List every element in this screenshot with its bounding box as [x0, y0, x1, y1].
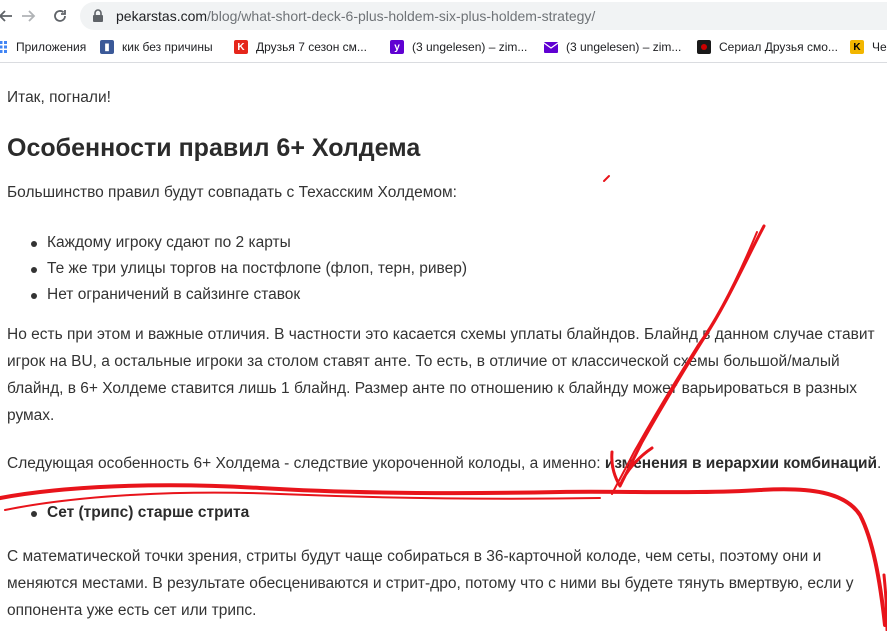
- bookmark-label: кик без причины: [122, 40, 213, 54]
- paragraph-line: меняются местами. В результате обесценив…: [7, 575, 854, 592]
- paragraph-line: игрок на BU, а остальные игроки за столо…: [7, 353, 840, 370]
- paragraph-line: румах.: [7, 407, 55, 424]
- list-item: Нет ограничений в сайзинге ставок: [29, 282, 467, 308]
- paragraph-1: Большинство правил будут совпадать с Тех…: [7, 184, 457, 201]
- bookmark-label: Сериал Друзья смо...: [719, 40, 838, 54]
- bookmark-apps[interactable]: Приложения: [0, 38, 86, 56]
- forward-arrow-icon[interactable]: [16, 4, 40, 28]
- lock-icon[interactable]: [92, 9, 104, 28]
- rules-list: Каждому игроку сдают по 2 карты Те же тр…: [29, 230, 467, 308]
- paragraph-line: оппонента уже есть сет или трипс.: [7, 602, 257, 619]
- yahoo-favicon-icon: y: [390, 40, 404, 54]
- reload-icon[interactable]: [48, 4, 72, 28]
- paragraph-2: Но есть при этом и важные отличия. В час…: [7, 321, 875, 429]
- paragraph-4: С математической точки зрения, стриты бу…: [7, 543, 853, 624]
- bookmark-friends-7[interactable]: K Друзья 7 сезон см...: [234, 38, 367, 56]
- bookmark-yahoo-mail-1[interactable]: y (3 ungelesen) – zim...: [390, 38, 527, 56]
- bookmark-label: (3 ungelesen) – zim...: [412, 40, 528, 54]
- bookmark-label: Приложения: [16, 40, 87, 54]
- red-scribble-annotation: [0, 175, 887, 631]
- paragraph-3-text: Следующая особенность 6+ Холдема - следс…: [7, 455, 605, 472]
- bookmark-label: (3 ungelesen) – zim...: [566, 40, 682, 54]
- bookmarks-bar: Приложения ▮ кик без причины K Друзья 7 …: [0, 32, 887, 63]
- bookmark-label: Че: [872, 40, 887, 54]
- ki-favicon-icon: K: [234, 40, 248, 54]
- url-text[interactable]: pekarstas.com/blog/what-short-deck-6-plu…: [116, 8, 595, 24]
- url-host: pekarstas.com: [116, 8, 208, 24]
- record-favicon-icon: [697, 40, 711, 54]
- paragraph-line: Но есть при этом и важные отличия. В час…: [7, 326, 875, 343]
- bookmark-che[interactable]: K Че: [850, 38, 887, 56]
- bookmark-friends-series[interactable]: Сериал Друзья смо...: [697, 38, 838, 56]
- bookmark-kik[interactable]: ▮ кик без причины: [100, 38, 213, 56]
- bookmark-yahoo-mail-2[interactable]: (3 ungelesen) – zim...: [544, 38, 681, 56]
- paragraph-3-end: .: [877, 455, 882, 472]
- intro-text: Итак, погнали!: [7, 89, 111, 106]
- bookmark-favicon-icon: ▮: [100, 40, 114, 54]
- paragraph-3: Следующая особенность 6+ Холдема - следс…: [7, 450, 881, 477]
- apps-grid-icon: [0, 40, 8, 54]
- section-heading: Особенности правил 6+ Холдема: [7, 134, 421, 162]
- browser-toolbar: pekarstas.com/blog/what-short-deck-6-plu…: [0, 0, 887, 32]
- bookmark-label: Друзья 7 сезон см...: [256, 40, 367, 54]
- list-item: Каждому игроку сдают по 2 карты: [29, 230, 467, 256]
- list-item: Те же три улицы торгов на постфлопе (фло…: [29, 256, 467, 282]
- address-bar[interactable]: pekarstas.com/blog/what-short-deck-6-plu…: [80, 2, 887, 30]
- paragraph-line: блайнд, в 6+ Холдеме ставится лишь 1 бла…: [7, 380, 858, 397]
- scribble-stroke-tick: [603, 175, 610, 182]
- hierarchy-list: Сет (трипс) старше стрита: [29, 500, 249, 526]
- mail-icon: [544, 40, 558, 54]
- k-favicon-icon: K: [850, 40, 864, 54]
- paragraph-line: С математической точки зрения, стриты бу…: [7, 548, 822, 565]
- list-item: Сет (трипс) старше стрита: [29, 500, 249, 526]
- paragraph-3-emphasis: изменения в иерархии комбинаций: [604, 455, 878, 472]
- url-path: /blog/what-short-deck-6-plus-holdem-six-…: [207, 8, 596, 24]
